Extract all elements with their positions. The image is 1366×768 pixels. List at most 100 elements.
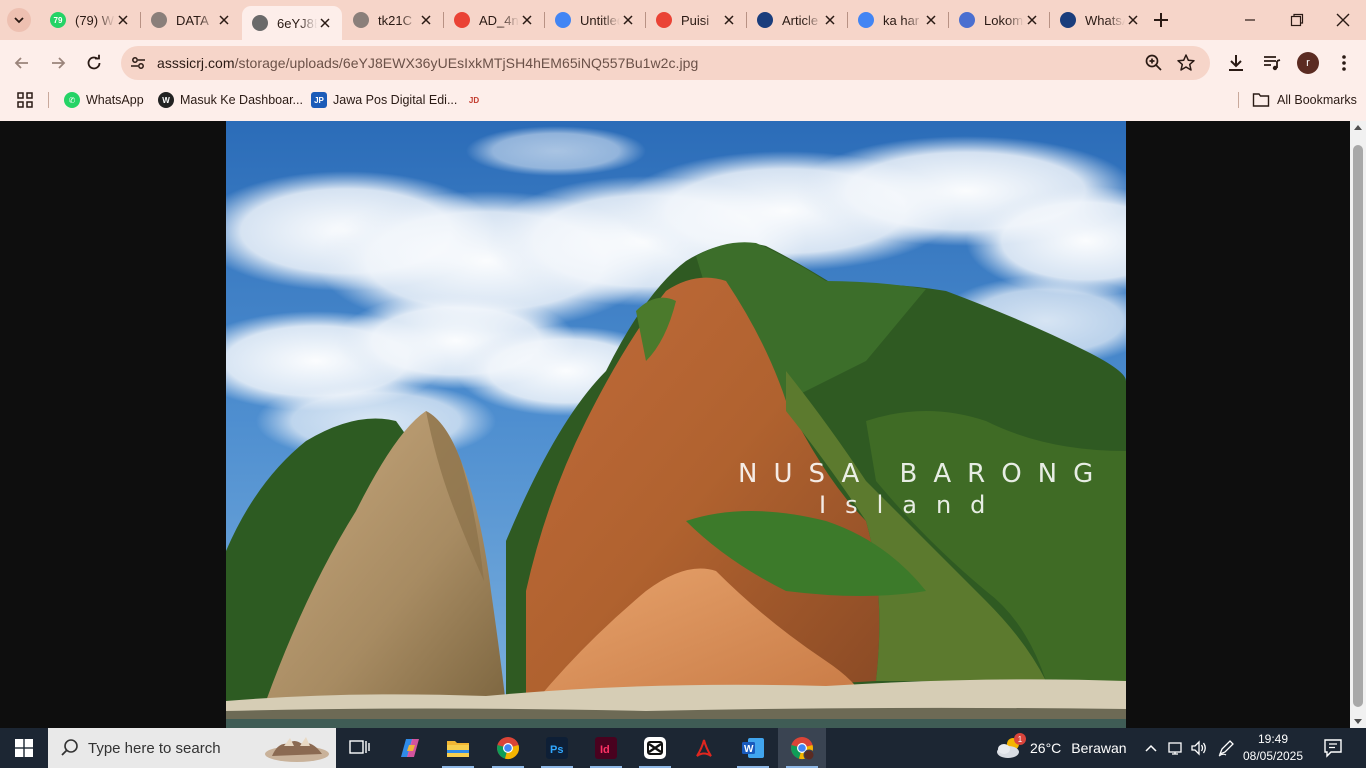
weather-widget[interactable]: 1 26°C Berawan [996,728,1127,768]
chrome-profile-button[interactable] [778,728,826,768]
photo-caption-subtitle: Island [819,491,1005,519]
weather-condition: Berawan [1071,740,1127,756]
zoom-icon [1145,54,1162,71]
scroll-up-arrow-icon[interactable] [1354,124,1362,130]
close-tab-icon[interactable] [822,12,838,28]
globe-icon [959,12,975,28]
tab-search-button[interactable] [7,8,31,32]
close-tab-icon[interactable] [317,15,333,31]
jdih-icon: JD [468,95,480,105]
tab-8[interactable]: Article [747,4,847,36]
close-tab-icon[interactable] [216,12,232,28]
url-text[interactable]: asssicrj.com/storage/uploads/6eYJ8EWX36y… [157,55,698,71]
clock-time: 19:49 [1257,732,1289,746]
tune-icon [131,57,145,69]
close-window-button[interactable] [1331,8,1355,32]
reload-button[interactable] [82,51,106,75]
weather-badge: 1 [1014,733,1026,745]
zoom-button[interactable] [1144,53,1164,73]
all-bookmarks-button[interactable]: All Bookmarks [1252,90,1357,110]
pen-icon [1218,740,1234,757]
chrome-button[interactable] [484,728,532,768]
tab-title: Untitled document [580,12,620,28]
restore-icon [1290,13,1304,27]
tab-6[interactable]: Untitled document [545,4,645,36]
tab-strip: 79 (79) WhatsApp DATA 6eYJ8EWX36yUEsIxkMTjS… [0,0,1366,40]
scrollbar-thumb[interactable] [1353,145,1363,707]
tab-9[interactable]: ka har [848,4,948,36]
tab-title: tk21C [378,12,412,28]
close-tab-icon[interactable] [721,12,737,28]
tab-11[interactable]: WhatsApp [1050,4,1150,36]
close-tab-icon[interactable] [1024,12,1040,28]
bookmark-jawapos[interactable]: JP Jawa Pos Digital Edi... [311,90,457,110]
globe-icon [353,12,369,28]
photo-caption-title: NUSA BARONG [738,459,1110,489]
new-tab-button[interactable] [1151,10,1171,30]
queue-music-icon [1264,56,1281,71]
apps-button[interactable] [16,90,34,110]
tab-3[interactable]: 6eYJ8EWX36yUEsIxkMTjSH4hEM65iNQ557Bu1w2c… [242,6,342,40]
close-tab-icon[interactable] [1125,12,1141,28]
indesign-button[interactable]: Id [582,728,630,768]
tab-10[interactable]: Lokoml [949,4,1049,36]
address-bar[interactable]: asssicrj.com/storage/uploads/6eYJ8EWX36y… [121,46,1210,80]
task-view-button[interactable] [336,728,384,768]
browser-toolbar: asssicrj.com/storage/uploads/6eYJ8EWX36y… [0,40,1366,86]
word-button[interactable]: W [729,728,777,768]
system-clock[interactable]: 19:49 08/05/2025 [1240,731,1306,765]
volume-button[interactable] [1189,738,1209,758]
google-icon [858,12,874,28]
bookmarks-divider [1238,92,1239,108]
downloads-button[interactable] [1224,51,1248,75]
tab-5[interactable]: AD_4nXe [444,4,544,36]
scroll-down-arrow-icon[interactable] [1354,719,1362,725]
meet-now-button[interactable] [1165,738,1185,758]
more-vertical-icon [1342,55,1346,71]
start-button[interactable] [0,728,48,768]
jawapos-icon: JP [311,92,327,108]
profile-avatar[interactable]: r [1297,52,1319,74]
arrow-right-icon [52,57,66,69]
copilot-icon [401,739,419,757]
close-tab-icon[interactable] [115,12,131,28]
minimize-button[interactable] [1238,8,1262,32]
network-icon [1168,742,1182,755]
tab-7[interactable]: Puisi [646,4,746,36]
tab-1[interactable]: 79 (79) WhatsApp [40,4,140,36]
bookmark-dashboard[interactable]: W Masuk Ke Dashboar... [158,90,303,110]
photoshop-button[interactable]: Ps [533,728,581,768]
folder-icon [447,741,469,757]
site-info-button[interactable] [129,54,147,72]
acrobat-button[interactable] [680,728,728,768]
vertical-scrollbar[interactable] [1350,121,1366,728]
tab-title: Article [782,12,819,28]
show-hidden-icons-button[interactable] [1141,738,1161,758]
close-tab-icon[interactable] [418,12,434,28]
close-tab-icon[interactable] [923,12,939,28]
bookmark-star-button[interactable] [1176,53,1196,73]
close-tab-icon[interactable] [519,12,535,28]
menu-button[interactable] [1332,51,1356,75]
word-icon: W [742,738,764,758]
bookmark-whatsapp[interactable]: ✆ WhatsApp [64,90,144,110]
forward-button[interactable] [46,51,70,75]
file-explorer-button[interactable] [434,728,482,768]
bookmark-jdih[interactable]: JD [466,90,488,110]
tab-2[interactable]: DATA [141,4,241,36]
tab-4[interactable]: tk21C [343,4,443,36]
kompas-icon [757,12,773,28]
taskbar-search-box[interactable]: Type here to search [48,728,336,768]
copilot-button[interactable] [386,728,434,768]
apps-grid-icon [17,92,33,108]
capcut-button[interactable] [631,728,679,768]
close-tab-icon[interactable] [620,12,636,28]
restore-button[interactable] [1285,8,1309,32]
back-button[interactable] [10,51,34,75]
notification-icon [1324,739,1342,758]
media-controls-button[interactable] [1260,51,1284,75]
speaker-icon [1191,740,1206,756]
notifications-button[interactable] [1322,737,1344,759]
photos-icon [454,12,470,28]
pen-workspace-button[interactable] [1216,738,1236,758]
